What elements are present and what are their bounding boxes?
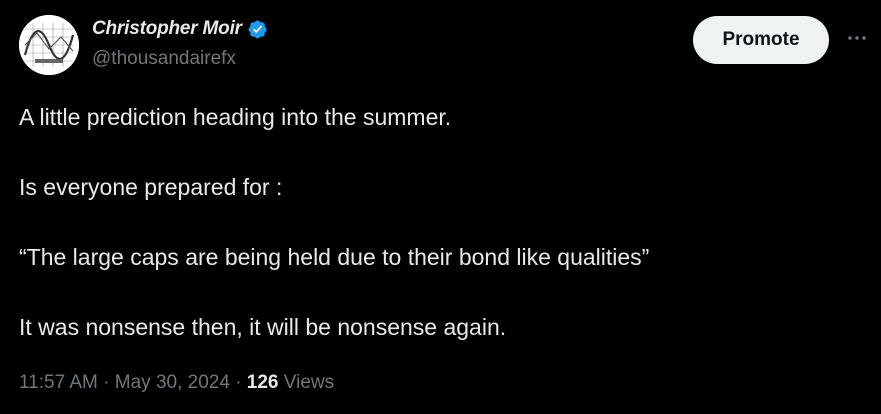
verified-badge-icon [248, 20, 267, 38]
tweet-paragraph: Is everyone prepared for : [19, 174, 283, 200]
meta-separator: · [235, 372, 242, 393]
views-label: Views [283, 372, 335, 393]
avatar-logo-icon [19, 15, 79, 75]
avatar[interactable] [19, 15, 79, 75]
tweet-paragraph: It was nonsense then, it will be nonsens… [19, 314, 507, 340]
tweet-time[interactable]: 11:57 AM [19, 372, 98, 393]
author-info: Christopher Moir @thousandairefx [92, 16, 268, 70]
tweet-paragraph: A little prediction heading into the sum… [19, 104, 452, 130]
views-count: 126 [246, 372, 279, 393]
name-row: Christopher Moir [92, 16, 268, 42]
more-options-button[interactable] [844, 28, 870, 48]
tweet-paragraph: “The large caps are being held due to th… [19, 244, 650, 270]
author-name[interactable]: Christopher Moir [92, 18, 242, 40]
tweet-date[interactable]: May 30, 2024 [115, 372, 230, 393]
tweet-text: A little prediction heading into the sum… [19, 100, 859, 380]
meta-separator: · [103, 372, 110, 393]
tweet-meta: 11:57 AM · May 30, 2024 · 126 Views [19, 372, 334, 394]
author-handle[interactable]: @thousandairefx [92, 48, 268, 70]
more-horizontal-icon [848, 36, 866, 40]
promote-button[interactable]: Promote [693, 16, 829, 64]
